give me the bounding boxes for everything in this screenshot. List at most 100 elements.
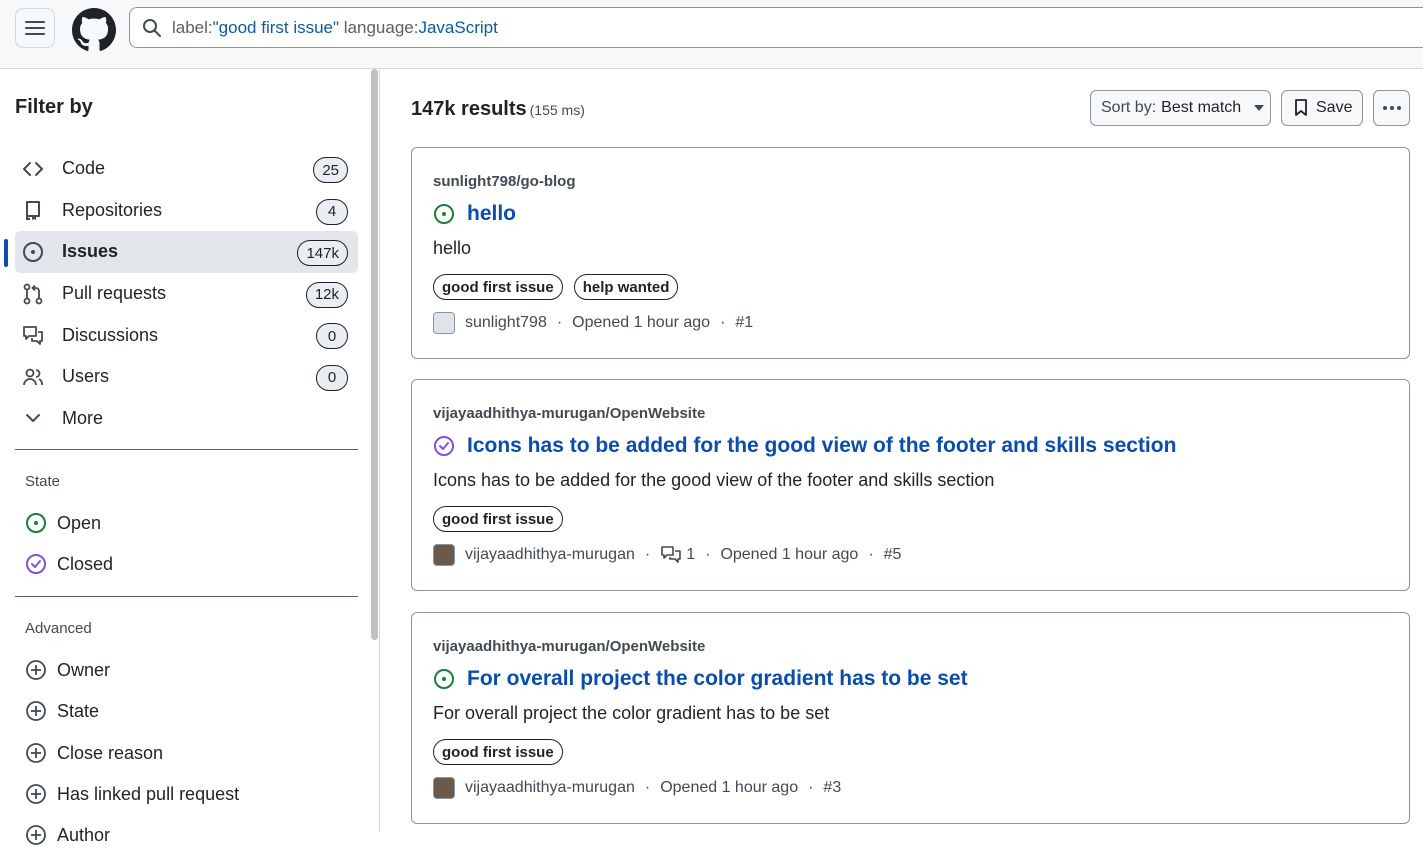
count-badge: 0 <box>316 364 348 391</box>
sidebar-item-repositories[interactable]: Repositories 4 <box>15 190 358 232</box>
issue-label[interactable]: good first issue <box>433 739 563 765</box>
sidebar-item-discussions[interactable]: Discussions 0 <box>15 314 358 356</box>
plus-circle-icon <box>25 783 47 805</box>
issue-title-link[interactable]: For overall project the color gradient h… <box>467 667 968 691</box>
option-label: Close reason <box>57 742 164 763</box>
bookmark-icon <box>1295 99 1307 116</box>
issue-title-row: For overall project the color gradient h… <box>433 667 968 691</box>
sidebar-item-users[interactable]: Users 0 <box>15 356 358 398</box>
sidebar-item-pull-requests[interactable]: Pull requests 12k <box>15 273 358 315</box>
people-icon <box>22 366 44 388</box>
type-nav: Code 25 Repositories 4 Issues 147k Pull … <box>4 148 358 440</box>
repo-link[interactable]: sunlight798/go-blog <box>433 173 576 190</box>
sidebar-item-more[interactable]: More <box>15 398 358 440</box>
results-panel: 147k results (155 ms) Sort by: Best match… <box>380 69 1423 832</box>
plus-circle-icon <box>25 659 47 681</box>
opened-time: Opened 1 hour ago <box>572 314 711 331</box>
advanced-author-option[interactable]: Author <box>25 821 110 849</box>
save-button[interactable]: Save <box>1281 90 1363 126</box>
hamburger-icon <box>25 21 45 35</box>
sidebar-item-label: Code <box>62 158 106 179</box>
divider <box>15 449 358 450</box>
issue-opened-icon <box>434 204 454 224</box>
opened-time: Opened 1 hour ago <box>720 546 859 563</box>
search-input[interactable]: label:"good first issue" language:JavaSc… <box>129 7 1423 48</box>
advanced-linked-pr-option[interactable]: Has linked pull request <box>25 780 239 808</box>
state-closed-option[interactable]: Closed <box>25 550 113 578</box>
advanced-owner-option[interactable]: Owner <box>25 656 110 684</box>
issue-number: #5 <box>883 546 902 563</box>
comment-icon <box>661 546 682 563</box>
sidebar-item-issues[interactable]: Issues 147k <box>4 231 358 273</box>
search-icon <box>143 18 161 37</box>
author-link[interactable]: vijayaadhithya-murugan <box>465 779 635 797</box>
sidebar-item-label: Issues <box>62 241 119 262</box>
top-header: label:"good first issue" language:JavaSc… <box>0 0 1423 69</box>
advanced-state-option[interactable]: State <box>25 697 99 725</box>
count-badge: 0 <box>316 323 348 350</box>
option-label: State <box>57 700 100 721</box>
issue-meta: vijayaadhithya-murugan · 1 · Opened 1 ho… <box>433 544 901 566</box>
issue-result-card: vijayaadhithya-murugan/OpenWebsite Icons… <box>411 379 1410 591</box>
sidebar-item-label: Repositories <box>62 199 163 220</box>
issue-label[interactable]: help wanted <box>573 274 679 300</box>
issue-meta: sunlight798 · Opened 1 hour ago · #1 <box>433 312 753 334</box>
issue-result-card: sunlight798/go-blog hello hello good fir… <box>411 147 1410 359</box>
results-time: (155 ms) <box>529 102 585 118</box>
issue-label[interactable]: good first issue <box>433 506 563 532</box>
issue-opened-icon <box>25 512 47 534</box>
kebab-horizontal-icon <box>1382 106 1401 110</box>
sidebar-item-code[interactable]: Code 25 <box>15 148 358 190</box>
caret-down-icon <box>1254 105 1265 111</box>
results-count: 147k results (155 ms) <box>411 98 585 120</box>
avatar[interactable] <box>433 544 455 566</box>
sort-key: Sort by: <box>1101 99 1157 116</box>
avatar[interactable] <box>433 777 455 799</box>
repo-link[interactable]: vijayaadhithya-murugan/OpenWebsite <box>433 638 705 655</box>
option-label: Owner <box>57 659 111 680</box>
sidebar-item-label: Users <box>62 366 110 387</box>
count-badge: 147k <box>297 240 348 267</box>
issue-title-row: Icons has to be added for the good view … <box>433 434 1176 458</box>
issue-number: #1 <box>735 314 754 331</box>
divider <box>15 596 358 597</box>
author-link[interactable]: vijayaadhithya-murugan <box>465 546 635 564</box>
sort-dropdown[interactable]: Sort by: Best match <box>1090 90 1271 126</box>
author-link[interactable]: sunlight798 <box>465 314 547 332</box>
option-label: Author <box>57 824 111 845</box>
issue-body: For overall project the color gradient h… <box>433 703 830 723</box>
issue-title-link[interactable]: Icons has to be added for the good view … <box>467 434 1176 458</box>
state-open-option[interactable]: Open <box>25 509 101 537</box>
issue-label[interactable]: good first issue <box>433 274 563 300</box>
sidebar-scrollbar[interactable] <box>371 69 378 640</box>
comment-count[interactable]: 1 <box>686 546 695 564</box>
count-badge: 25 <box>313 157 348 183</box>
issue-body: Icons has to be added for the good view … <box>433 470 995 490</box>
count-badge: 4 <box>316 198 348 225</box>
plus-circle-icon <box>25 742 47 764</box>
sort-value: Best match <box>1161 99 1242 116</box>
issue-meta: vijayaadhithya-murugan · Opened 1 hour a… <box>433 777 841 799</box>
issue-labels: good first issue <box>433 739 563 765</box>
code-icon <box>22 158 44 180</box>
git-pull-request-icon <box>22 283 44 305</box>
repo-icon <box>22 199 44 221</box>
plus-circle-icon <box>25 824 47 846</box>
save-label: Save <box>1316 99 1353 116</box>
advanced-close-reason-option[interactable]: Close reason <box>25 739 163 767</box>
github-logo-icon[interactable] <box>72 8 116 52</box>
issue-labels: good first issue help wanted <box>433 274 679 300</box>
search-query: label:"good first issue" language:JavaSc… <box>172 17 498 37</box>
more-options-button[interactable] <box>1373 90 1410 126</box>
advanced-section-title: Advanced <box>25 620 92 637</box>
state-section-title: State <box>25 473 61 490</box>
menu-button[interactable] <box>15 8 55 48</box>
avatar[interactable] <box>433 312 455 334</box>
issue-opened-icon <box>22 241 44 263</box>
issue-title-link[interactable]: hello <box>467 202 516 226</box>
filter-title: Filter by <box>15 96 93 118</box>
issue-opened-icon <box>434 669 454 689</box>
issue-result-card: vijayaadhithya-murugan/OpenWebsite For o… <box>411 612 1410 824</box>
repo-link[interactable]: vijayaadhithya-murugan/OpenWebsite <box>433 405 705 422</box>
chevron-down-icon <box>22 407 44 429</box>
